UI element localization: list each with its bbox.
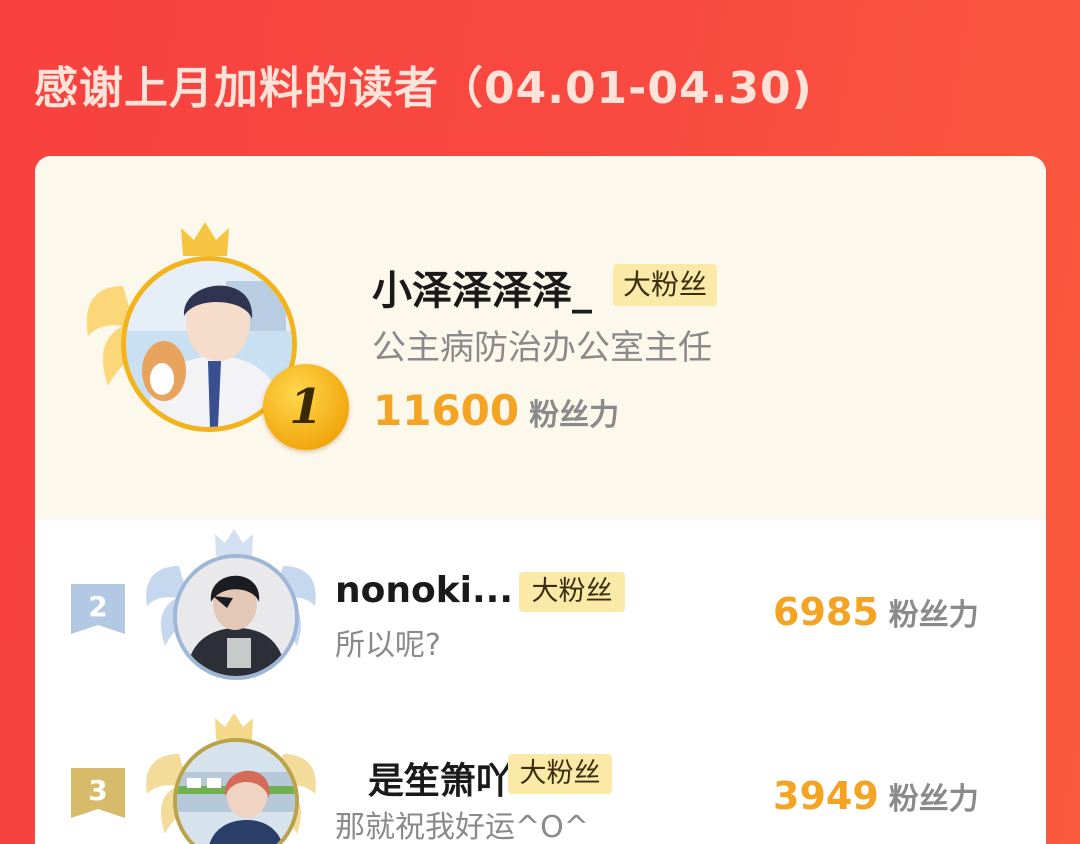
rank-1-medal: 1 [263, 364, 349, 450]
score-unit: 粉丝力 [888, 782, 979, 817]
fan-name[interactable]: 小泽泽泽泽_ [372, 258, 592, 316]
rank-number: 1 [289, 379, 323, 435]
big-fan-badge: 大粉丝 [613, 264, 717, 306]
score-value: 11600 [373, 386, 520, 435]
rank-2-ribbon: 2 [71, 584, 125, 634]
fan-name[interactable]: nonoki... [335, 570, 513, 611]
fan-ranking-card: 1 小泽泽泽泽_ 大粉丝 公主病防治办公室主任 11600 粉丝力 2 nono… [35, 156, 1046, 844]
big-fan-badge: 大粉丝 [519, 572, 625, 612]
fan-title: 所以呢? [335, 628, 441, 663]
big-fan-badge: 大粉丝 [508, 754, 612, 794]
gold-crown-icon [181, 222, 229, 256]
rank-3-ribbon: 3 [71, 768, 125, 818]
score-value: 3949 [773, 774, 879, 818]
fan-score: 6985 粉丝力 [773, 590, 979, 634]
score-unit: 粉丝力 [888, 598, 979, 633]
rank-number: 3 [88, 774, 108, 807]
avatar[interactable] [173, 554, 299, 680]
fan-name[interactable]: 是笙箫吖 [368, 752, 512, 804]
fan-title: 那就祝我好运^O^ [335, 810, 589, 844]
fan-score: 11600 粉丝力 [373, 386, 619, 435]
fan-title: 公主病防治办公室主任 [372, 328, 712, 368]
page-title: 感谢上月加料的读者（04.01-04.30) [34, 63, 813, 114]
rank-number: 2 [88, 590, 108, 623]
fan-score: 3949 粉丝力 [773, 774, 979, 818]
score-value: 6985 [773, 590, 879, 634]
score-unit: 粉丝力 [529, 398, 620, 433]
